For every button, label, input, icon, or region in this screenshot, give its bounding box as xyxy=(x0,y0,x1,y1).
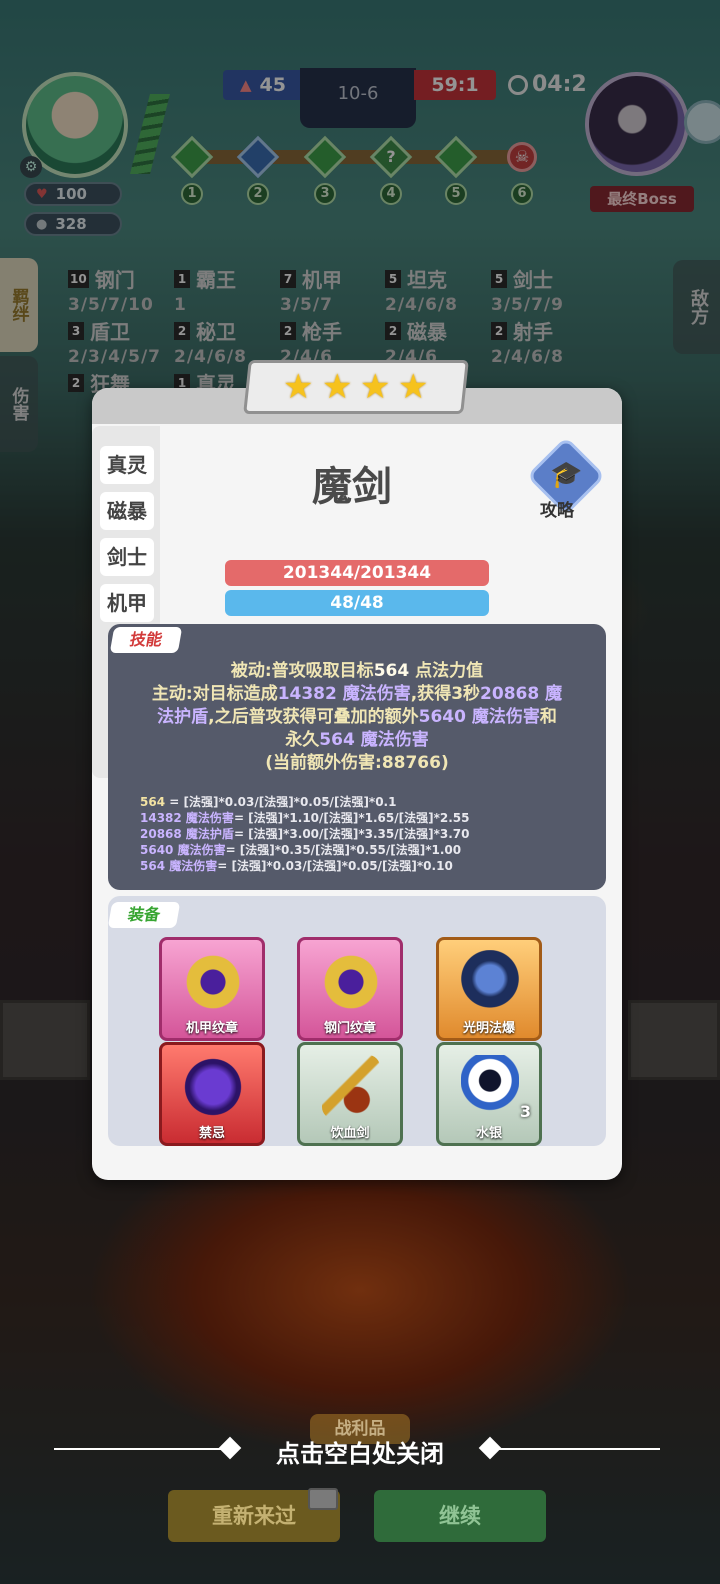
forbidden-icon xyxy=(184,1055,242,1119)
formula-expr: = [法强]*0.03/[法强]*0.05/ xyxy=(217,859,382,873)
formula-expr: = [法强]*0.35/[法强]*0.55/ xyxy=(225,843,391,857)
formula-last: [法强]*2.55 xyxy=(398,811,470,825)
hero-hp-bar: 201344/201344 xyxy=(225,560,489,586)
video-ad-icon xyxy=(308,1488,338,1510)
item-name: 水银 xyxy=(475,1126,502,1141)
star-rating: ★ ★ ★ ★ xyxy=(243,360,469,414)
skill-value: 5640 魔法伤害 xyxy=(418,707,540,727)
skill-formulas: 564 = [法强]*0.03/[法强]*0.05/[法强]*0.1 14382… xyxy=(140,794,600,874)
equipment-item[interactable]: 光明法爆 xyxy=(436,937,542,1041)
equipment-item[interactable]: 禁忌 xyxy=(159,1042,265,1146)
equipment-tag: 装备 xyxy=(107,902,181,928)
item-name: 饮血剑 xyxy=(330,1126,370,1141)
equipment-item[interactable]: 3 水银 xyxy=(436,1042,542,1146)
continue-button[interactable]: 继续 xyxy=(374,1490,546,1542)
quicksilver-icon xyxy=(461,1055,519,1119)
formula-label: 564 xyxy=(140,795,166,809)
formula-expr: = [法强]*1.10/[法强]*1.65/ xyxy=(233,811,399,825)
trait-tab[interactable]: 真灵 xyxy=(100,446,154,484)
light-burst-icon xyxy=(461,950,519,1014)
formula-last: [法强]*0.10 xyxy=(381,859,453,873)
skill-description: 被动:普攻吸取目标564 点法力值 主动:对目标造成14382 魔法伤害,获得3… xyxy=(120,660,594,775)
skill-value: 564 魔法伤害 xyxy=(319,730,429,750)
steelgate-emblem-icon xyxy=(322,950,380,1014)
skill-text: 和 xyxy=(539,707,557,727)
trait-tab[interactable]: 磁暴 xyxy=(100,492,154,530)
item-name: 光明法爆 xyxy=(462,1021,515,1036)
graduation-cap-icon: 🎓 xyxy=(550,460,583,490)
trait-tab[interactable]: 剑士 xyxy=(100,538,154,576)
formula-label: 20868 魔法护盾 xyxy=(140,827,234,841)
equipment-item[interactable]: 机甲纹章 xyxy=(159,937,265,1041)
equipment-item[interactable]: 饮血剑 xyxy=(297,1042,403,1146)
item-stack-count: 3 xyxy=(519,1102,531,1121)
formula-last: [法强]*1.00 xyxy=(390,843,462,857)
formula-last: [法强]*3.70 xyxy=(398,827,470,841)
formula-last: [法强]*0.1 xyxy=(333,795,397,809)
skill-value: 14382 魔法伤害 xyxy=(277,684,411,704)
item-name: 机甲纹章 xyxy=(185,1021,238,1036)
strategy-label: 攻略 xyxy=(540,501,574,521)
skill-text: 主动:对目标造成 xyxy=(151,684,278,704)
current-extra-damage: (当前额外伤害:88766) xyxy=(265,753,449,773)
skill-value: 20868 魔 xyxy=(480,684,563,704)
hero-name: 魔剑 xyxy=(312,464,392,510)
hero-mana-bar: 48/48 xyxy=(225,590,489,616)
formula-label: 14382 魔法伤害 xyxy=(140,811,234,825)
formula-label: 564 魔法伤害 xyxy=(140,859,218,873)
skill-text: ,获得3秒 xyxy=(410,684,481,704)
star-icon: ★ xyxy=(283,367,314,407)
star-icon: ★ xyxy=(398,367,429,407)
item-name: 禁忌 xyxy=(198,1126,225,1141)
star-icon: ★ xyxy=(360,367,391,407)
star-icon: ★ xyxy=(321,367,352,407)
formula-expr: = [法强]*0.03/[法强]*0.05/ xyxy=(165,795,334,809)
formula-label: 5640 魔法伤害 xyxy=(140,843,226,857)
skill-text: 点法力值 xyxy=(409,661,484,681)
skill-value: 564 xyxy=(373,661,410,681)
equipment-item[interactable]: 钢门纹章 xyxy=(297,937,403,1041)
item-name: 钢门纹章 xyxy=(323,1021,376,1036)
strategy-button[interactable]: 🎓 攻略 xyxy=(526,436,606,521)
skill-text: 永久 xyxy=(285,730,320,750)
close-hint[interactable]: 点击空白处关闭 xyxy=(0,1434,720,1469)
skill-value: 法护盾 xyxy=(157,707,209,727)
formula-expr: = [法强]*3.00/[法强]*3.35/ xyxy=(233,827,399,841)
skill-text: 被动:普攻吸取目标 xyxy=(230,661,374,681)
mecha-emblem-icon xyxy=(184,950,242,1014)
skill-tag: 技能 xyxy=(109,627,183,653)
skill-text: ,之后普攻获得可叠加的额外 xyxy=(208,707,419,727)
bloodthirster-icon xyxy=(322,1055,380,1119)
trait-tab[interactable]: 机甲 xyxy=(100,584,154,622)
